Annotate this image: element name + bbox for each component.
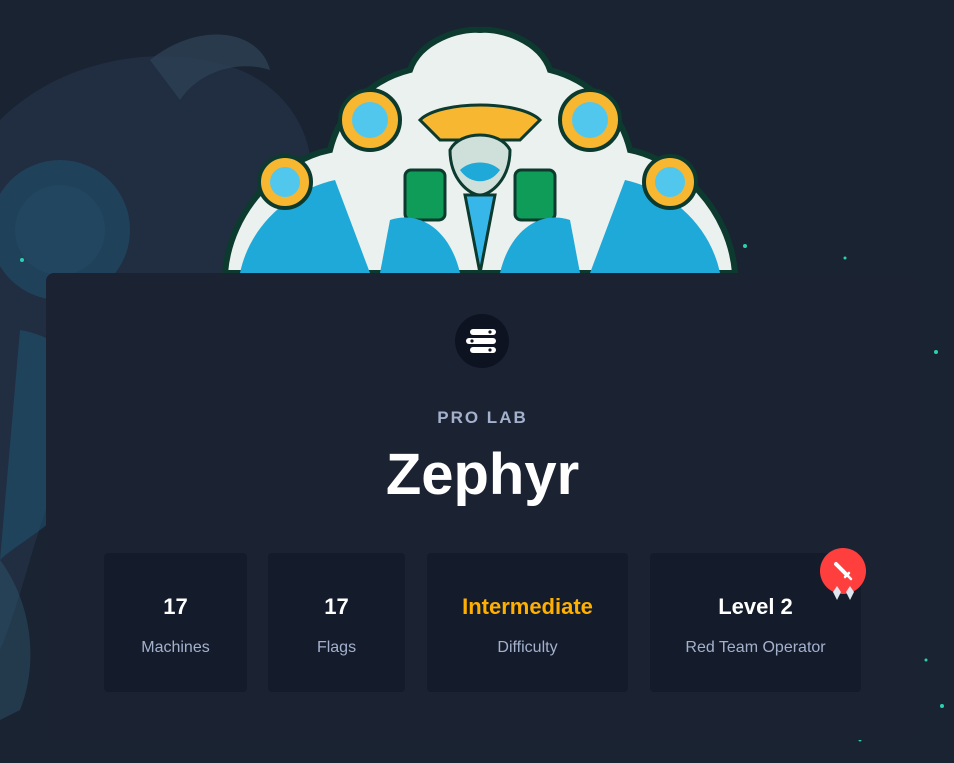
lab-mascot-artwork xyxy=(221,26,739,273)
stat-label: Difficulty xyxy=(497,639,558,656)
stat-label: Machines xyxy=(141,639,210,656)
lab-title: Zephyr xyxy=(385,442,580,507)
stat-difficulty: Intermediate Difficulty xyxy=(427,553,628,692)
stat-flags: 17 Flags xyxy=(268,553,405,692)
stat-value: 17 xyxy=(163,594,188,619)
stat-value: Intermediate xyxy=(462,594,593,619)
stat-label: Flags xyxy=(316,639,357,656)
stat-value: 17 xyxy=(324,594,349,619)
stat-label: Red Team Operator xyxy=(685,639,826,656)
stat-value: Level 2 xyxy=(718,594,793,619)
stat-level: Level 2 Red Team Operator xyxy=(650,548,866,692)
gem-icon xyxy=(833,586,854,600)
lab-category-label: PRO LAB xyxy=(437,408,528,427)
pro-lab-icon xyxy=(455,314,509,368)
stat-machines: 17 Machines xyxy=(104,553,247,692)
pro-lab-card: PRO LAB Zephyr 17 Machines 17 Flags Inte… xyxy=(46,273,919,740)
